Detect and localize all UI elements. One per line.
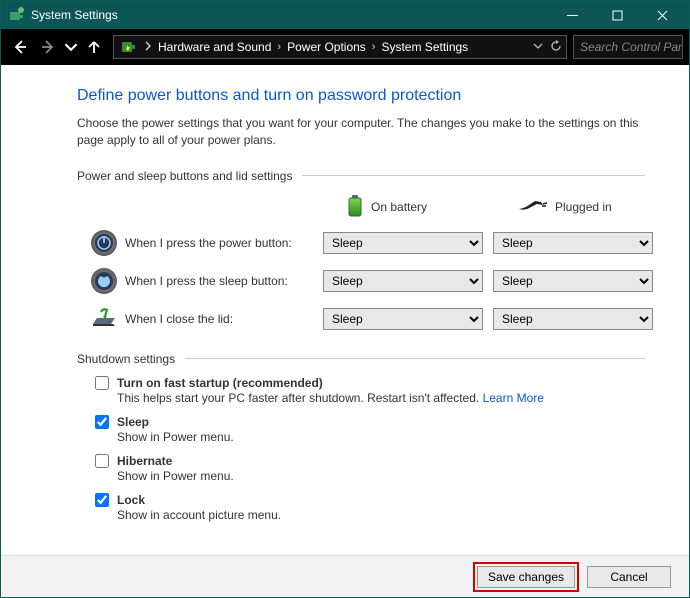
checkbox-hibernate[interactable]: Hibernate	[95, 454, 645, 468]
search-placeholder: Search Control Panel	[580, 40, 683, 54]
column-label: On battery	[371, 200, 427, 214]
titlebar-title: System Settings	[31, 8, 550, 22]
close-lid-plugged-select[interactable]: Sleep	[493, 308, 653, 330]
row-label-text: When I press the power button:	[125, 236, 292, 250]
crumb-system-settings[interactable]: System Settings	[381, 40, 468, 54]
maximize-button[interactable]	[595, 1, 640, 29]
power-button-plugged-select[interactable]: Sleep	[493, 232, 653, 254]
section-header-buttons-lid: Power and sleep buttons and lid settings	[77, 169, 645, 183]
chevron-right-icon: ›	[277, 41, 281, 53]
power-button-battery-select[interactable]: Sleep	[323, 232, 483, 254]
address-bar[interactable]: Hardware and Sound › Power Options › Sys…	[113, 35, 567, 59]
checkbox-fast-startup[interactable]: Turn on fast startup (recommended)	[95, 376, 645, 390]
checkbox-sub: Show in Power menu.	[117, 430, 645, 444]
breadcrumb: Hardware and Sound › Power Options › Sys…	[156, 40, 470, 54]
row-label-text: When I press the sleep button:	[125, 274, 288, 288]
row-sleep-button: When I press the sleep button:	[73, 266, 313, 296]
up-button[interactable]	[81, 34, 107, 60]
crumb-hardware-sound[interactable]: Hardware and Sound	[158, 40, 271, 54]
option-sleep: Sleep Show in Power menu.	[95, 415, 645, 444]
checkbox-input[interactable]	[95, 454, 109, 468]
forward-button[interactable]	[35, 34, 61, 60]
checkbox-sub: Show in account picture menu.	[117, 508, 645, 522]
row-power-button: When I press the power button:	[73, 228, 313, 258]
plug-icon	[517, 200, 547, 215]
learn-more-link[interactable]: Learn More	[483, 391, 544, 405]
option-hibernate: Hibernate Show in Power menu.	[95, 454, 645, 483]
cancel-button[interactable]: Cancel	[587, 566, 671, 588]
navbar: Hardware and Sound › Power Options › Sys…	[1, 29, 689, 65]
sleep-button-battery-select[interactable]: Sleep	[323, 270, 483, 292]
checkbox-sub: This helps start your PC faster after sh…	[117, 391, 479, 405]
back-button[interactable]	[7, 34, 33, 60]
save-changes-button[interactable]: Save changes	[477, 566, 575, 588]
close-lid-battery-select[interactable]: Sleep	[323, 308, 483, 330]
row-label-text: When I close the lid:	[125, 312, 233, 326]
search-input[interactable]: Search Control Panel	[573, 35, 683, 59]
section-title: Shutdown settings	[77, 352, 175, 366]
close-button[interactable]	[640, 1, 685, 29]
footer: Save changes Cancel	[1, 555, 689, 597]
power-options-icon	[120, 38, 138, 56]
recent-dropdown[interactable]	[63, 34, 79, 60]
crumb-power-options[interactable]: Power Options	[287, 40, 366, 54]
option-lock: Lock Show in account picture menu.	[95, 493, 645, 522]
refresh-button[interactable]	[550, 40, 562, 55]
chevron-right-icon: ›	[372, 41, 376, 53]
section-title: Power and sleep buttons and lid settings	[77, 169, 292, 183]
battery-icon	[347, 195, 363, 220]
app-icon	[9, 7, 25, 23]
checkbox-label: Lock	[117, 493, 145, 507]
checkbox-input[interactable]	[95, 493, 109, 507]
page-heading: Define power buttons and turn on passwor…	[77, 87, 645, 105]
checkbox-label: Turn on fast startup (recommended)	[117, 376, 323, 390]
checkbox-input[interactable]	[95, 376, 109, 390]
shutdown-settings-list: Turn on fast startup (recommended) This …	[95, 376, 645, 522]
sleep-button-plugged-select[interactable]: Sleep	[493, 270, 653, 292]
titlebar: System Settings	[1, 1, 689, 29]
chevron-right-icon	[144, 40, 152, 54]
column-header-plugged: Plugged in	[493, 200, 653, 215]
laptop-lid-icon	[89, 304, 119, 334]
page-description: Choose the power settings that you want …	[77, 115, 645, 149]
section-header-shutdown: Shutdown settings	[77, 352, 645, 366]
settings-window: System Settings Hardware and Sound › Pow…	[0, 0, 690, 598]
checkbox-sub: Show in Power menu.	[117, 469, 645, 483]
column-header-battery: On battery	[323, 195, 483, 220]
row-close-lid: When I close the lid:	[73, 304, 313, 334]
address-dropdown[interactable]	[532, 40, 544, 55]
checkbox-lock[interactable]: Lock	[95, 493, 645, 507]
column-label: Plugged in	[555, 200, 612, 214]
content-area: Define power buttons and turn on passwor…	[1, 65, 689, 555]
checkbox-sleep[interactable]: Sleep	[95, 415, 645, 429]
checkbox-label: Sleep	[117, 415, 149, 429]
checkbox-label: Hibernate	[117, 454, 172, 468]
option-fast-startup: Turn on fast startup (recommended) This …	[95, 376, 645, 405]
sleep-button-icon	[89, 266, 119, 296]
minimize-button[interactable]	[550, 1, 595, 29]
checkbox-input[interactable]	[95, 415, 109, 429]
power-button-icon	[89, 228, 119, 258]
